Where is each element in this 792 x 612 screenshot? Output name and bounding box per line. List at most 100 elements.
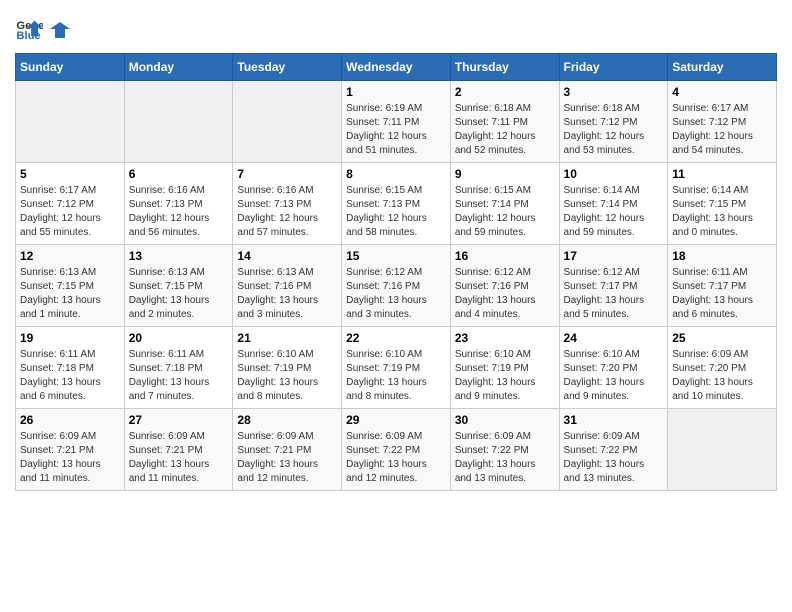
day-info: Sunrise: 6:09 AMSunset: 7:21 PMDaylight:… [237,430,337,486]
day-info: Sunrise: 6:11 AMSunset: 7:18 PMDaylight:… [129,348,229,404]
day-number: 22 [346,331,446,345]
day-number: 28 [237,413,337,427]
day-info: Sunrise: 6:13 AMSunset: 7:16 PMDaylight:… [237,266,337,322]
calendar-cell: 9Sunrise: 6:15 AMSunset: 7:14 PMDaylight… [450,163,559,245]
day-info: Sunrise: 6:10 AMSunset: 7:19 PMDaylight:… [455,348,555,404]
calendar-cell: 25 Sunrise: 6:09 AMSunset: 7:20 PMDayligh… [668,327,777,409]
day-info: Sunrise: 6:12 AMSunset: 7:16 PMDaylight:… [455,266,555,322]
weekday-header: Saturday [668,54,777,81]
calendar-table: SundayMondayTuesdayWednesdayThursdayFrid… [15,53,777,491]
logo-icon: General Blue [15,15,43,43]
day-info: Sunrise: 6:09 AMSunset: 7:21 PMDaylight:… [20,430,120,486]
day-number: 20 [129,331,229,345]
calendar-cell: 17 Sunrise: 6:12 AMSunset: 7:17 PMDayligh… [559,245,668,327]
day-info: Sunrise: 6:15 AMSunset: 7:13 PMDaylight:… [346,184,446,240]
calendar-cell: 1 Sunrise: 6:19 AMSunset: 7:11 PMDaylight… [342,81,451,163]
weekday-row: SundayMondayTuesdayWednesdayThursdayFrid… [16,54,777,81]
day-info: Sunrise: 6:11 AMSunset: 7:17 PMDaylight:… [672,266,772,322]
day-number: 26 [20,413,120,427]
calendar-cell: 10Sunrise: 6:14 AMSunset: 7:14 PMDayligh… [559,163,668,245]
weekday-header: Friday [559,54,668,81]
day-number: 5 [20,167,120,181]
svg-text:Blue: Blue [16,30,40,42]
calendar-week-row: 26 Sunrise: 6:09 AMSunset: 7:21 PMDayligh… [16,409,777,491]
calendar-cell [233,81,342,163]
calendar-week-row: 19Sunrise: 6:11 AMSunset: 7:18 PMDayligh… [16,327,777,409]
calendar-cell: 30 Sunrise: 6:09 AMSunset: 7:22 PMDayligh… [450,409,559,491]
day-number: 1 [346,85,446,99]
calendar-cell: 29Sunrise: 6:09 AMSunset: 7:22 PMDayligh… [342,409,451,491]
day-number: 6 [129,167,229,181]
day-number: 12 [20,249,120,263]
day-info: Sunrise: 6:10 AMSunset: 7:19 PMDaylight:… [237,348,337,404]
day-number: 14 [237,249,337,263]
calendar-cell: 4 Sunrise: 6:17 AMSunset: 7:12 PMDaylight… [668,81,777,163]
day-info: Sunrise: 6:09 AMSunset: 7:21 PMDaylight:… [129,430,229,486]
calendar-week-row: 12 Sunrise: 6:13 AMSunset: 7:15 PMDayligh… [16,245,777,327]
calendar-cell: 24Sunrise: 6:10 AMSunset: 7:20 PMDayligh… [559,327,668,409]
day-number: 8 [346,167,446,181]
calendar-cell: 19Sunrise: 6:11 AMSunset: 7:18 PMDayligh… [16,327,125,409]
weekday-header: Monday [124,54,233,81]
calendar-cell: 5 Sunrise: 6:17 AMSunset: 7:12 PMDaylight… [16,163,125,245]
day-number: 25 [672,331,772,345]
calendar-cell: 20 Sunrise: 6:11 AMSunset: 7:18 PMDayligh… [124,327,233,409]
calendar-cell: 7 Sunrise: 6:16 AMSunset: 7:13 PMDaylight… [233,163,342,245]
calendar-cell: 2 Sunrise: 6:18 AMSunset: 7:11 PMDaylight… [450,81,559,163]
day-number: 27 [129,413,229,427]
day-info: Sunrise: 6:10 AMSunset: 7:19 PMDaylight:… [346,348,446,404]
day-number: 4 [672,85,772,99]
day-info: Sunrise: 6:13 AMSunset: 7:15 PMDaylight:… [20,266,120,322]
calendar-cell: 23 Sunrise: 6:10 AMSunset: 7:19 PMDayligh… [450,327,559,409]
weekday-header: Thursday [450,54,559,81]
calendar-week-row: 5 Sunrise: 6:17 AMSunset: 7:12 PMDaylight… [16,163,777,245]
calendar-cell: 18 Sunrise: 6:11 AMSunset: 7:17 PMDayligh… [668,245,777,327]
calendar-cell: 3 Sunrise: 6:18 AMSunset: 7:12 PMDaylight… [559,81,668,163]
calendar-cell: 21 Sunrise: 6:10 AMSunset: 7:19 PMDayligh… [233,327,342,409]
calendar-cell: 27 Sunrise: 6:09 AMSunset: 7:21 PMDayligh… [124,409,233,491]
calendar-cell: 12 Sunrise: 6:13 AMSunset: 7:15 PMDayligh… [16,245,125,327]
day-number: 11 [672,167,772,181]
day-info: Sunrise: 6:16 AMSunset: 7:13 PMDaylight:… [129,184,229,240]
day-info: Sunrise: 6:13 AMSunset: 7:15 PMDaylight:… [129,266,229,322]
calendar-body: 1 Sunrise: 6:19 AMSunset: 7:11 PMDaylight… [16,81,777,491]
day-info: Sunrise: 6:18 AMSunset: 7:12 PMDaylight:… [564,102,664,158]
calendar-cell: 28 Sunrise: 6:09 AMSunset: 7:21 PMDayligh… [233,409,342,491]
calendar-cell: 26 Sunrise: 6:09 AMSunset: 7:21 PMDayligh… [16,409,125,491]
day-info: Sunrise: 6:16 AMSunset: 7:13 PMDaylight:… [237,184,337,240]
weekday-header: Tuesday [233,54,342,81]
calendar-week-row: 1 Sunrise: 6:19 AMSunset: 7:11 PMDaylight… [16,81,777,163]
day-number: 3 [564,85,664,99]
page-header: General Blue [15,15,777,43]
day-info: Sunrise: 6:17 AMSunset: 7:12 PMDaylight:… [672,102,772,158]
day-info: Sunrise: 6:19 AMSunset: 7:11 PMDaylight:… [346,102,446,158]
day-number: 10 [564,167,664,181]
calendar-cell [668,409,777,491]
day-info: Sunrise: 6:17 AMSunset: 7:12 PMDaylight:… [20,184,120,240]
calendar-cell [16,81,125,163]
day-number: 21 [237,331,337,345]
calendar-cell [124,81,233,163]
day-number: 23 [455,331,555,345]
calendar-cell: 11Sunrise: 6:14 AMSunset: 7:15 PMDayligh… [668,163,777,245]
day-number: 24 [564,331,664,345]
day-number: 13 [129,249,229,263]
day-number: 16 [455,249,555,263]
day-number: 18 [672,249,772,263]
day-info: Sunrise: 6:12 AMSunset: 7:17 PMDaylight:… [564,266,664,322]
day-info: Sunrise: 6:18 AMSunset: 7:11 PMDaylight:… [455,102,555,158]
day-info: Sunrise: 6:09 AMSunset: 7:22 PMDaylight:… [346,430,446,486]
calendar-header: SundayMondayTuesdayWednesdayThursdayFrid… [16,54,777,81]
weekday-header: Wednesday [342,54,451,81]
day-number: 2 [455,85,555,99]
day-info: Sunrise: 6:09 AMSunset: 7:20 PMDaylight:… [672,348,772,404]
day-number: 30 [455,413,555,427]
day-info: Sunrise: 6:12 AMSunset: 7:16 PMDaylight:… [346,266,446,322]
day-number: 31 [564,413,664,427]
calendar-cell: 14 Sunrise: 6:13 AMSunset: 7:16 PMDayligh… [233,245,342,327]
day-number: 7 [237,167,337,181]
day-info: Sunrise: 6:09 AMSunset: 7:22 PMDaylight:… [455,430,555,486]
day-number: 17 [564,249,664,263]
calendar-cell: 15Sunrise: 6:12 AMSunset: 7:16 PMDayligh… [342,245,451,327]
calendar-cell: 13 Sunrise: 6:13 AMSunset: 7:15 PMDayligh… [124,245,233,327]
